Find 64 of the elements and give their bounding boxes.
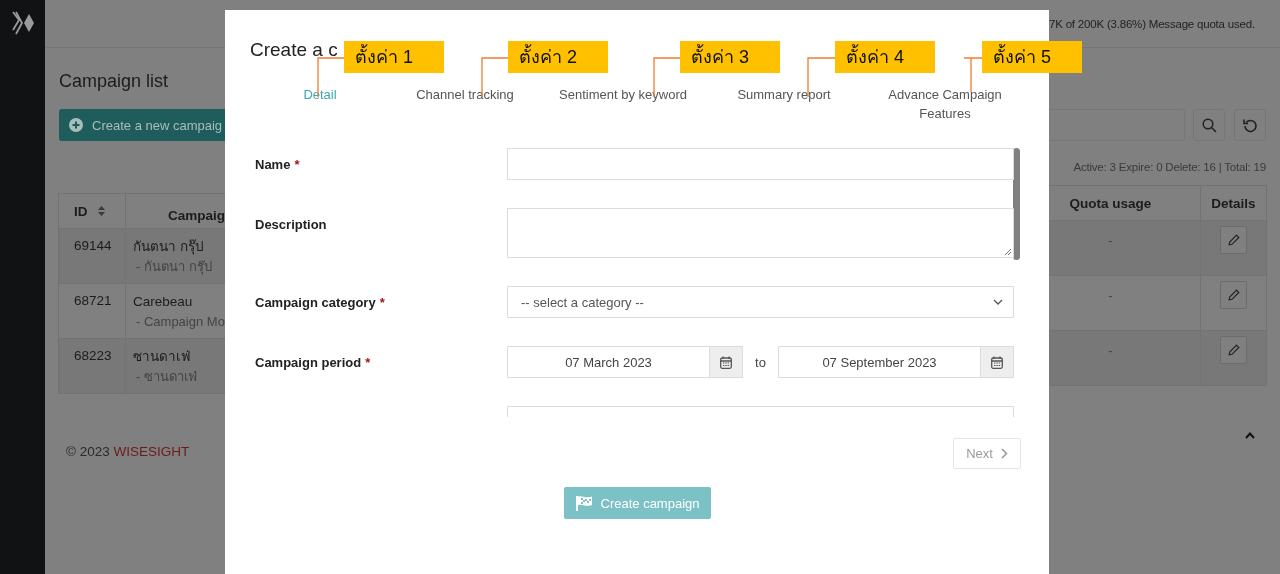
pencil-icon [1227,289,1240,301]
field-label: Description [255,217,327,232]
step-tab[interactable]: Summary report [737,85,831,104]
required-mark: * [379,295,385,310]
field-label: Campaign category [255,295,376,310]
end-date-field[interactable]: 07 September 2023 [778,346,1014,378]
dialog-title: Create a c [250,38,338,62]
table-cell-text: 69144 [74,238,112,255]
field-label: Campaign period [255,355,362,370]
table-cell-text: 68223 [74,348,112,365]
chevron-right-icon [1000,448,1008,459]
required-mark: * [365,355,371,370]
calendar-icon[interactable] [720,355,732,369]
callout-label: ตั้งค่า 2 [508,41,608,73]
step-tab[interactable]: Detail [303,85,337,104]
name-field[interactable] [507,148,1014,180]
callout-label: ตั้งค่า 3 [680,41,780,73]
campaign-subtitle: - Campaign Mo [136,313,225,331]
page-title: Campaign list [59,70,170,92]
range-separator: to [754,354,767,370]
step-tab[interactable]: Channel tracking [416,85,514,104]
required-mark: * [294,157,300,172]
table-cell: - [1108,343,1113,359]
pencil-icon [1227,234,1240,246]
search-icon [1201,117,1217,133]
table-cell: - [1108,288,1113,304]
caret-up-icon[interactable] [1245,432,1255,439]
quota-text[interactable]: 7K of 200K (3.86%) Message quota used. [1049,17,1255,30]
reset-button[interactable] [1234,109,1266,141]
table-cell: - [1108,233,1113,249]
step-tab[interactable]: Advance Campaign Features [875,85,1015,123]
next-button[interactable]: Next [953,438,1021,469]
sort-icon [97,206,105,216]
scrollbar[interactable] [1013,148,1020,260]
edit-button[interactable] [1220,336,1247,364]
edit-button[interactable] [1220,226,1247,254]
callout-label: ตั้งค่า 5 [982,41,1082,73]
reset-icon [1242,117,1258,133]
search-button[interactable] [1193,109,1225,141]
campaign-name[interactable]: ซานดาเฟ่ [133,348,191,366]
campaign-name[interactable]: Carebeau [133,293,193,311]
edit-button[interactable] [1220,281,1247,309]
category-select[interactable]: -- select a category -- [507,286,1014,318]
description-field[interactable] [507,208,1014,258]
resize-grip-icon [1004,248,1011,255]
calendar-icon[interactable] [991,355,1003,369]
column-header: Details [1200,186,1267,220]
campaign-count-summary: Active: 3 Expire: 0 Delete: 16 | Total: 19 [1072,161,1267,175]
search-field[interactable] [1049,109,1185,141]
step-tab[interactable]: Sentiment by keyword [559,85,687,104]
callout-label: ตั้งค่า 4 [835,41,935,73]
campaign-name[interactable]: กันตนา กรุ๊ป [133,238,204,256]
column-header: Quota usage [1068,194,1153,213]
flag-icon [575,495,594,511]
start-date-field[interactable]: 07 March 2023 [507,346,743,378]
create-campaign-button[interactable]: Create a new campaig [59,109,225,141]
copyright-text: © 2023 WISESIGHT [66,444,191,459]
logo-icon[interactable] [10,10,35,36]
callout-label: ตั้งค่า 1 [344,41,444,73]
plus-circle-icon [69,118,83,132]
column-header[interactable]: ID [58,194,125,228]
pencil-icon [1227,344,1240,356]
field-label: Name [255,157,291,172]
table-cell-text: 68721 [74,293,112,310]
